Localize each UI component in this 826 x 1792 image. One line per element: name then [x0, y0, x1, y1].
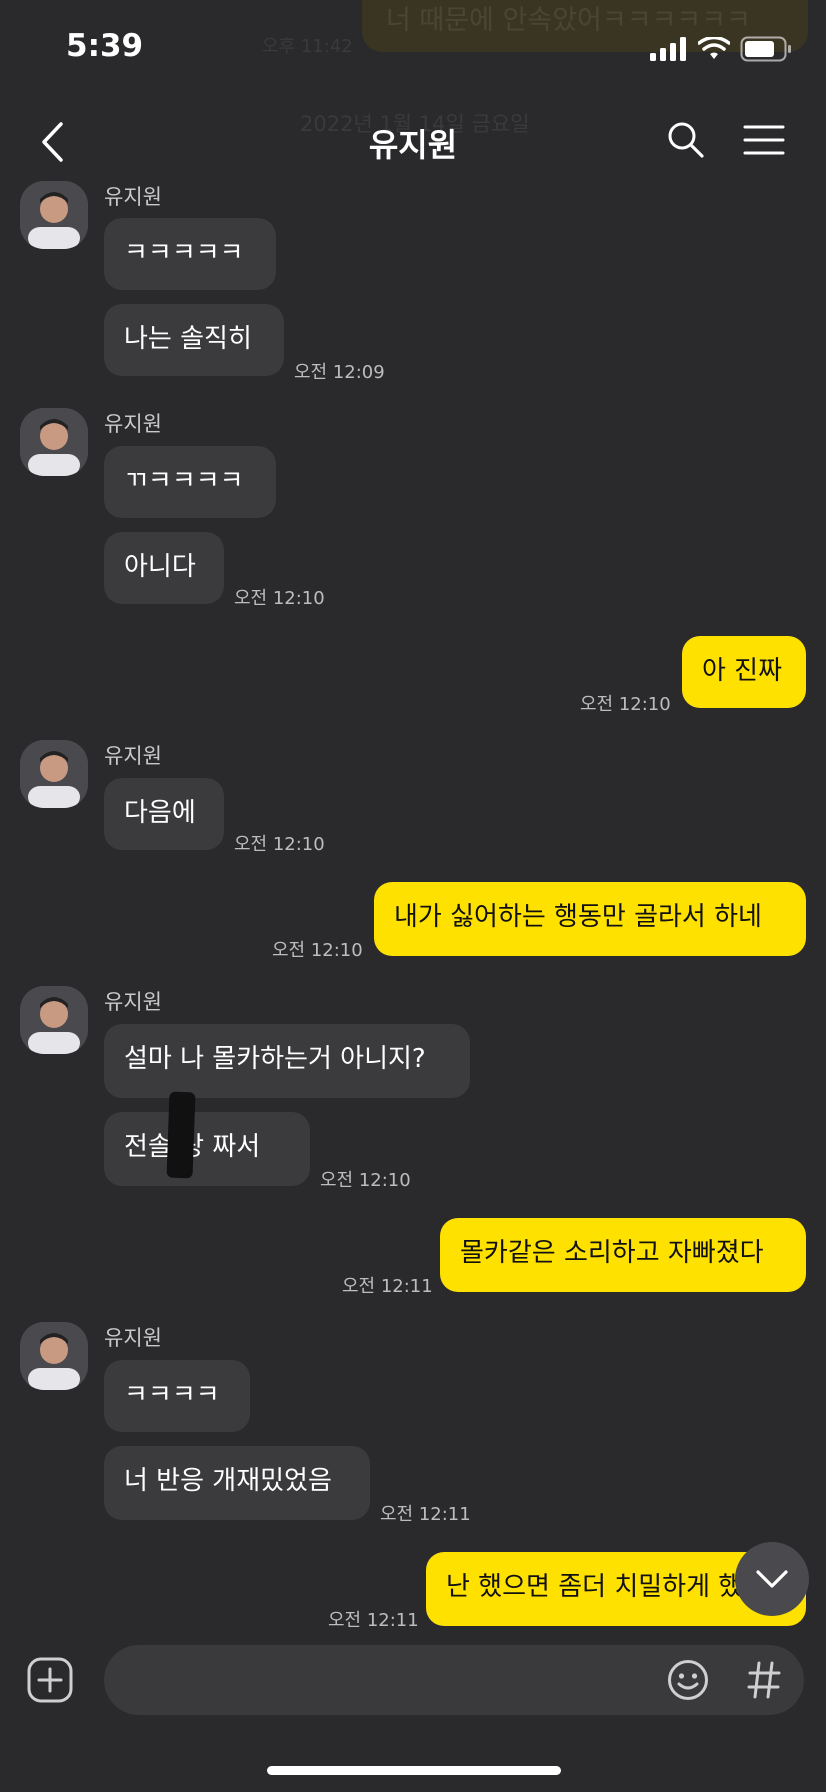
message-time: 오전 12:10 — [272, 940, 363, 961]
scroll-to-bottom-button[interactable] — [735, 1542, 809, 1616]
search-icon — [668, 122, 704, 158]
hashtag-icon — [747, 1661, 781, 1699]
incoming-message-bubble[interactable]: 설마 나 몰카하는거 아니지? — [104, 1024, 470, 1098]
attach-button[interactable] — [26, 1656, 74, 1704]
incoming-message-bubble[interactable]: 아니다 — [104, 532, 224, 604]
avatar[interactable] — [20, 740, 88, 808]
home-indicator — [267, 1766, 561, 1775]
sender-name: 유지원 — [104, 185, 162, 209]
sender-name: 유지원 — [104, 1326, 162, 1350]
outgoing-message-bubble[interactable]: 내가 싫어하는 행동만 골라서 하네 — [374, 882, 806, 956]
battery-icon — [740, 36, 791, 62]
incoming-message-bubble[interactable]: ㄲㅋㅋㅋㅋ — [104, 446, 276, 518]
avatar[interactable] — [20, 1322, 88, 1390]
status-icons — [650, 34, 792, 64]
message-time: 오전 12:10 — [580, 694, 671, 715]
outgoing-message-bubble[interactable]: 몰카같은 소리하고 자빠졌다 — [440, 1218, 806, 1292]
incoming-message-bubble[interactable]: 전솔 랑 짜서 — [104, 1112, 310, 1186]
message-time: 오전 12:11 — [342, 1276, 433, 1297]
outgoing-message-bubble[interactable]: 아 진짜 — [682, 636, 806, 708]
message-time: 오전 12:09 — [294, 362, 385, 383]
hashtag-search-button[interactable] — [740, 1656, 788, 1704]
hamburger-menu-icon — [743, 125, 785, 155]
ghost-message-time: 오후 11:42 — [262, 36, 353, 57]
menu-button[interactable] — [742, 118, 786, 162]
plus-square-icon — [27, 1657, 73, 1703]
search-button[interactable] — [664, 118, 708, 162]
sender-name: 유지원 — [104, 412, 162, 436]
emoticon-button[interactable] — [664, 1656, 712, 1704]
incoming-message-bubble[interactable]: 나는 솔직히 — [104, 304, 284, 376]
avatar[interactable] — [20, 408, 88, 476]
wifi-icon — [698, 37, 730, 59]
redaction-mark — [166, 1091, 196, 1179]
message-time: 오전 12:10 — [234, 834, 325, 855]
avatar[interactable] — [20, 181, 88, 249]
incoming-message-bubble[interactable]: 너 반응 개재밌었음 — [104, 1446, 370, 1520]
message-time: 오전 12:11 — [380, 1504, 471, 1525]
message-time: 오전 12:10 — [234, 588, 325, 609]
message-time: 오전 12:11 — [328, 1610, 419, 1631]
sender-name: 유지원 — [104, 744, 162, 768]
signal-icon — [650, 37, 686, 61]
avatar[interactable] — [20, 986, 88, 1054]
incoming-message-bubble[interactable]: 다음에 — [104, 778, 224, 850]
message-time: 오전 12:10 — [320, 1170, 411, 1191]
incoming-message-bubble[interactable]: ㅋㅋㅋㅋ — [104, 1360, 250, 1432]
status-time: 5:39 — [66, 28, 144, 64]
chevron-down-icon — [756, 1570, 788, 1588]
sender-name: 유지원 — [104, 990, 162, 1014]
smiley-icon — [668, 1660, 708, 1700]
incoming-message-bubble[interactable]: ㅋㅋㅋㅋㅋ — [104, 218, 276, 290]
